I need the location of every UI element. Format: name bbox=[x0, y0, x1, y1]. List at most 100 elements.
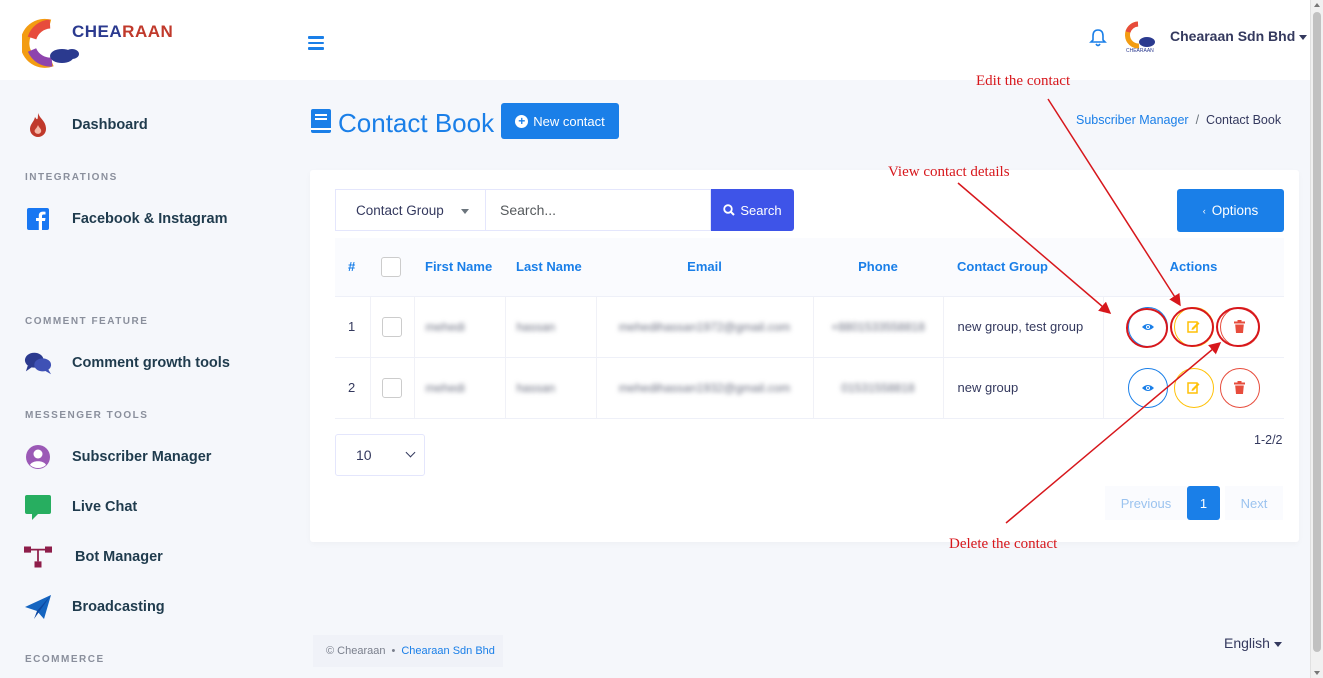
company-avatar[interactable]: CHEARAAN bbox=[1122, 20, 1160, 54]
col-header-actions: Actions bbox=[1103, 238, 1284, 297]
search-input[interactable] bbox=[485, 189, 711, 231]
notification-bell-icon[interactable] bbox=[1088, 28, 1108, 48]
sidebar-item-label: Subscriber Manager bbox=[72, 449, 212, 465]
top-navbar: CHEARAAN CHEARAAN Chearaan Sdn Bhd bbox=[0, 0, 1310, 80]
first-name: mehedi bbox=[425, 381, 465, 395]
table-header-row: # First Name Last Name Email Phone Conta… bbox=[335, 238, 1284, 297]
sidebar-item-dashboard[interactable]: Dashboard bbox=[24, 110, 148, 140]
sidebar-item-comment-growth-tools[interactable]: Comment growth tools bbox=[24, 348, 230, 378]
scroll-down-icon[interactable] bbox=[1314, 671, 1320, 675]
new-contact-button[interactable]: + New contact bbox=[501, 103, 619, 139]
contact-group: new group, test group bbox=[943, 296, 1104, 358]
footer-company-link[interactable]: Chearaan Sdn Bhd bbox=[401, 645, 495, 657]
contact-card: Contact Group Search ‹ Options # First N… bbox=[310, 170, 1299, 542]
plus-circle-icon: + bbox=[515, 114, 529, 128]
sidebar-item-facebook-instagram[interactable]: Facebook & Instagram bbox=[24, 204, 228, 234]
brand-logo[interactable]: CHEARAAN bbox=[20, 18, 182, 68]
search-button[interactable]: Search bbox=[711, 189, 794, 231]
sidebar-item-broadcasting[interactable]: Broadcasting bbox=[24, 592, 165, 622]
col-header-number: # bbox=[335, 238, 370, 297]
last-name: hassan bbox=[516, 320, 556, 334]
col-header-first-name[interactable]: First Name bbox=[414, 238, 505, 297]
breadcrumb-subscriber-manager[interactable]: Subscriber Manager bbox=[1076, 113, 1189, 127]
scrollbar-thumb[interactable] bbox=[1313, 12, 1321, 652]
footer-copyright: © Chearaan bbox=[326, 645, 386, 657]
email: mehedihassan1932@gmail.com bbox=[618, 381, 791, 395]
chat-bubbles-icon bbox=[24, 349, 52, 377]
user-circle-icon bbox=[24, 443, 52, 471]
breadcrumb: Subscriber Manager / Contact Book bbox=[1076, 113, 1281, 127]
sidebar-section-ecommerce: ECOMMERCE bbox=[25, 654, 105, 665]
col-header-phone[interactable]: Phone bbox=[813, 238, 943, 297]
sidebar: Dashboard INTEGRATIONS Facebook & Instag… bbox=[0, 80, 290, 678]
col-header-contact-group[interactable]: Contact Group bbox=[943, 238, 1103, 297]
sidebar-item-label: Broadcasting bbox=[72, 599, 165, 615]
actions-cell bbox=[1103, 357, 1284, 419]
delete-contact-button[interactable] bbox=[1219, 306, 1260, 347]
row-select-cell bbox=[370, 357, 415, 419]
row-number: 2 bbox=[335, 357, 371, 419]
view-contact-button[interactable] bbox=[1127, 367, 1168, 408]
select-all-checkbox[interactable] bbox=[381, 256, 401, 277]
sidebar-section-messenger-tools: MESSENGER TOOLS bbox=[25, 410, 149, 421]
per-page-select[interactable]: 10 bbox=[335, 434, 425, 476]
book-icon bbox=[310, 108, 332, 139]
caret-down-icon bbox=[1299, 34, 1308, 40]
company-menu[interactable]: Chearaan Sdn Bhd bbox=[1170, 28, 1308, 44]
sidebar-section-comment-feature: COMMENT FEATURE bbox=[25, 316, 149, 327]
page-1-button[interactable]: 1 bbox=[1187, 486, 1220, 520]
next-page-button[interactable]: Next bbox=[1225, 486, 1283, 520]
previous-page-button[interactable]: Previous bbox=[1105, 486, 1187, 520]
sidebar-item-label: Live Chat bbox=[72, 499, 138, 515]
contact-group-select-value: Contact Group bbox=[356, 202, 444, 218]
sidebar-section-integrations: INTEGRATIONS bbox=[25, 172, 118, 183]
trash-icon bbox=[1234, 381, 1246, 394]
options-button-label: Options bbox=[1211, 203, 1259, 218]
eye-icon bbox=[1141, 323, 1154, 330]
row-checkbox[interactable] bbox=[381, 377, 402, 398]
footer: © Chearaan • Chearaan Sdn Bhd bbox=[313, 635, 503, 667]
scroll-up-icon[interactable] bbox=[1314, 3, 1320, 7]
last-name: hassan bbox=[516, 381, 556, 395]
actions-cell bbox=[1103, 296, 1284, 358]
sidebar-item-label: Comment growth tools bbox=[72, 355, 230, 371]
sitemap-icon bbox=[24, 543, 52, 571]
page-scrollbar[interactable] bbox=[1310, 0, 1323, 678]
row-select-cell bbox=[370, 296, 415, 358]
annotation-edit-text: Edit the contact bbox=[976, 73, 1071, 89]
delete-contact-button[interactable] bbox=[1219, 367, 1260, 408]
edit-contact-button[interactable] bbox=[1173, 367, 1214, 408]
sidebar-item-live-chat[interactable]: Live Chat bbox=[24, 492, 137, 522]
table-row: 1 mehedi hassan mehedihassan1972@gmail.c… bbox=[335, 296, 1284, 358]
sidebar-item-subscriber-manager[interactable]: Subscriber Manager bbox=[24, 442, 211, 472]
sidebar-item-label: Dashboard bbox=[72, 117, 148, 133]
breadcrumb-current: Contact Book bbox=[1206, 113, 1282, 127]
pagination-info: 1-2/2 bbox=[1254, 433, 1283, 447]
row-number: 1 bbox=[335, 296, 371, 358]
col-header-email[interactable]: Email bbox=[596, 238, 813, 297]
dropdown-caret-icon bbox=[461, 209, 469, 214]
row-checkbox[interactable] bbox=[381, 316, 402, 337]
search-button-label: Search bbox=[740, 202, 782, 218]
language-selector[interactable]: English bbox=[1224, 635, 1282, 651]
contact-group-select[interactable]: Contact Group bbox=[335, 189, 485, 231]
options-button[interactable]: ‹ Options bbox=[1177, 189, 1284, 232]
edit-icon bbox=[1187, 382, 1200, 394]
first-name: mehedi bbox=[425, 320, 465, 334]
chevron-down-icon bbox=[405, 447, 416, 458]
page-title-text: Contact Book bbox=[338, 108, 495, 138]
edit-contact-button[interactable] bbox=[1173, 306, 1214, 347]
flame-icon bbox=[24, 111, 52, 139]
annotation-view-text: View contact details bbox=[888, 164, 1010, 180]
contact-group: new group bbox=[943, 357, 1104, 419]
col-header-last-name[interactable]: Last Name bbox=[505, 238, 596, 297]
sidebar-item-bot-manager[interactable]: Bot Manager bbox=[24, 542, 163, 572]
col-header-select bbox=[370, 238, 414, 297]
menu-toggle-icon[interactable] bbox=[308, 36, 324, 50]
brand-name: CHEARAAN bbox=[72, 22, 174, 41]
view-contact-button[interactable] bbox=[1127, 306, 1168, 347]
eye-icon bbox=[1141, 384, 1154, 391]
edit-icon bbox=[1187, 321, 1200, 333]
phone: +8801533558818 bbox=[831, 320, 925, 334]
trash-icon bbox=[1234, 320, 1246, 333]
